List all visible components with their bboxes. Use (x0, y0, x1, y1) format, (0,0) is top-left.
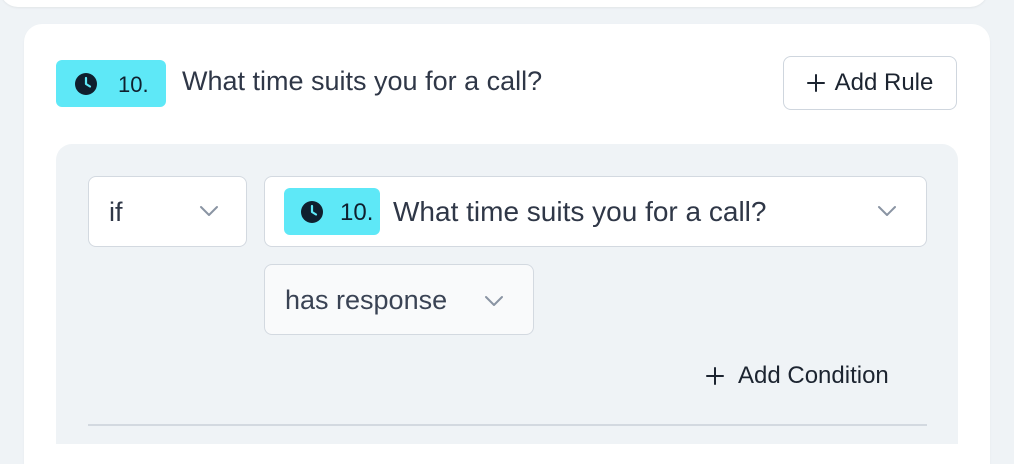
add-condition-label: Add Condition (738, 362, 889, 389)
chevron-down-icon (484, 294, 504, 313)
question-select-number: 10. (340, 199, 374, 226)
plus-icon (706, 367, 724, 385)
connector-value: if (109, 197, 123, 227)
operator-select[interactable]: has response (264, 264, 534, 335)
add-condition-button[interactable]: Add Condition (706, 362, 889, 390)
operator-value: has response (285, 285, 448, 315)
clock-icon (74, 72, 98, 101)
chevron-down-icon (877, 204, 897, 223)
question-select-badge: 10. (284, 188, 380, 235)
add-rule-button[interactable]: Add Rule (783, 56, 957, 110)
chevron-down-icon (199, 204, 219, 223)
previous-question-card (0, 0, 988, 7)
add-rule-label: Add Rule (834, 69, 934, 96)
question-number: 10. (118, 72, 149, 97)
plus-icon (806, 74, 825, 92)
connector-select[interactable]: if (88, 176, 247, 247)
divider (88, 424, 927, 426)
question-select-value: What time suits you for a call? (393, 196, 767, 227)
question-title: What time suits you for a call? (182, 66, 543, 96)
question-number-badge: 10. (56, 60, 166, 107)
clock-icon (300, 200, 324, 229)
